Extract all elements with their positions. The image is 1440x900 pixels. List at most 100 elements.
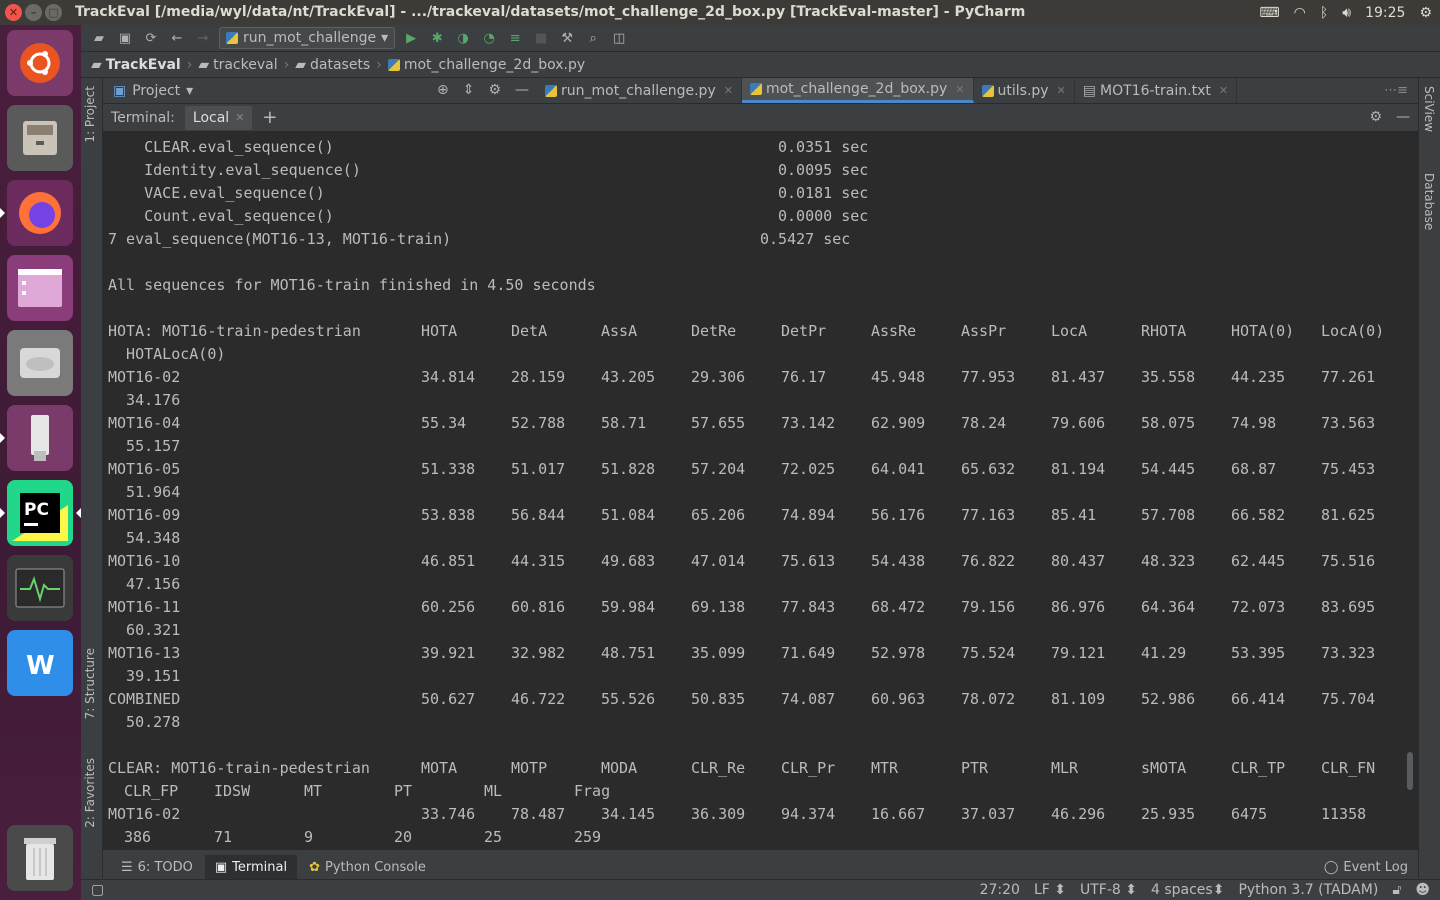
- collapse-icon[interactable]: ⇕: [463, 82, 475, 98]
- breadcrumb-item-datasets[interactable]: ▰ datasets: [295, 57, 370, 73]
- project-panel-label[interactable]: Project: [132, 83, 180, 99]
- tab-structure[interactable]: 7: Structure: [83, 648, 97, 719]
- coverage-icon[interactable]: ◑: [453, 28, 473, 48]
- keyboard-icon[interactable]: ⌨: [1259, 5, 1279, 21]
- caret-position[interactable]: 27:20: [980, 882, 1020, 898]
- lock-icon[interactable]: 🔓︎: [1392, 882, 1401, 898]
- gear-icon[interactable]: ⚙: [1369, 109, 1382, 125]
- python-file-icon: [545, 84, 557, 97]
- system-top-bar: ✕ – □ TrackEval [/media/wyl/data/nt/Trac…: [0, 0, 1440, 25]
- hota-cell: 51.084: [601, 506, 656, 524]
- tab-python-console[interactable]: ✿ Python Console: [299, 855, 436, 879]
- search-icon[interactable]: ⌕: [583, 28, 603, 48]
- wifi-icon[interactable]: ◠: [1294, 5, 1306, 21]
- tab-run-mot-challenge[interactable]: run_mot_challenge.py ✕: [537, 78, 742, 103]
- tab-database[interactable]: Database: [1422, 173, 1436, 230]
- locate-icon[interactable]: ⊕: [437, 82, 449, 98]
- close-tab-icon[interactable]: ✕: [955, 83, 964, 96]
- tab-todo[interactable]: ☰ 6: TODO: [111, 855, 203, 879]
- sdk-icon[interactable]: ◫: [609, 28, 629, 48]
- scrollbar-thumb[interactable]: [1407, 752, 1413, 790]
- disk-drive-icon[interactable]: [7, 330, 73, 396]
- line-separator[interactable]: LF ⬍: [1034, 882, 1066, 898]
- breadcrumb-item-trackeval[interactable]: ▰ trackeval: [198, 57, 277, 73]
- volume-icon[interactable]: 🔊︎: [1342, 5, 1351, 21]
- run-configuration-select[interactable]: run_mot_challenge ▾: [219, 27, 396, 49]
- text-file-icon: ▤: [1082, 82, 1097, 99]
- hide-icon[interactable]: —: [1396, 109, 1410, 125]
- maximize-window-button[interactable]: □: [45, 4, 62, 21]
- hota-cell: 48.323: [1141, 552, 1196, 570]
- open-folder-icon[interactable]: ▰: [89, 28, 109, 48]
- terminal-icon: ▣: [214, 859, 228, 875]
- hota-row-name: MOT16-10: [108, 552, 181, 570]
- close-window-button[interactable]: ✕: [5, 4, 22, 21]
- breadcrumb-item-trackeval-root[interactable]: ▰ TrackEval: [91, 57, 181, 73]
- close-tab-icon[interactable]: ✕: [1219, 84, 1228, 97]
- firefox-icon[interactable]: [0, 180, 73, 246]
- hota-table-title: HOTA: MOT16-train-pedestrian: [108, 322, 361, 340]
- settings-gear-icon[interactable]: ⚙: [1419, 5, 1432, 21]
- hide-icon[interactable]: —: [515, 82, 529, 98]
- wrench-icon[interactable]: ⚒: [557, 28, 577, 48]
- terminal-output[interactable]: CLEAR.eval_sequence() 0.0351 sec Identity…: [103, 132, 1401, 850]
- minimize-window-button[interactable]: –: [25, 4, 42, 21]
- tab-mot16-train-txt[interactable]: ▤ MOT16-train.txt ✕: [1075, 78, 1238, 103]
- tab-mot-challenge-2d-box[interactable]: mot_challenge_2d_box.py ✕: [741, 78, 974, 103]
- ubuntu-logo-icon[interactable]: [7, 30, 73, 96]
- indent-setting[interactable]: 4 spaces⬍: [1151, 882, 1224, 898]
- hota-cell: 56.844: [511, 506, 566, 524]
- debug-icon[interactable]: ✱: [427, 28, 447, 48]
- inspector-icon[interactable]: ☻: [1415, 882, 1430, 898]
- run-icon[interactable]: ▶: [401, 28, 421, 48]
- save-icon[interactable]: ▣: [115, 28, 135, 48]
- toggle-tool-windows-icon[interactable]: ▢: [91, 882, 104, 898]
- tab-utils[interactable]: utils.py ✕: [974, 78, 1075, 103]
- profile-icon[interactable]: ◔: [479, 28, 499, 48]
- hota-cell: 50.278: [108, 713, 181, 731]
- gear-icon[interactable]: ⚙: [488, 82, 501, 98]
- status-bar: ▢ 27:20 LF ⬍ UTF-8 ⬍ 4 spaces⬍ Python 3.…: [81, 879, 1440, 900]
- close-tab-icon[interactable]: ✕: [235, 111, 244, 124]
- chevron-down-icon[interactable]: ▾: [186, 83, 193, 99]
- interpreter-select[interactable]: Python 3.7 (TADAM): [1238, 882, 1378, 898]
- breadcrumb-item-file[interactable]: mot_challenge_2d_box.py: [387, 57, 585, 73]
- system-monitor-icon[interactable]: [7, 555, 73, 621]
- stop-icon[interactable]: ■: [531, 28, 551, 48]
- wps-office-icon[interactable]: W: [7, 630, 73, 696]
- concurrency-icon[interactable]: ≡: [505, 28, 525, 48]
- hota-cell: 81.437: [1051, 368, 1106, 386]
- tab-project[interactable]: 1: Project: [83, 86, 97, 143]
- clear-column-header: Frag: [574, 782, 611, 800]
- close-tab-icon[interactable]: ✕: [724, 84, 733, 97]
- tab-favorites[interactable]: 2: Favorites: [83, 758, 97, 828]
- clear-cell: 16.667: [871, 805, 926, 823]
- breadcrumb-separator: ›: [376, 56, 382, 73]
- close-tab-icon[interactable]: ✕: [1057, 84, 1066, 97]
- forward-arrow-icon[interactable]: →: [193, 28, 213, 48]
- trash-icon[interactable]: [7, 825, 73, 891]
- clear-cell: 11358: [1321, 805, 1367, 823]
- file-encoding[interactable]: UTF-8 ⬍: [1080, 882, 1137, 898]
- back-arrow-icon[interactable]: ←: [167, 28, 187, 48]
- usb-drive-icon[interactable]: [0, 405, 73, 471]
- hota-column-header: DetRe: [691, 322, 737, 340]
- tab-list-menu-icon[interactable]: ⋯≡: [1384, 78, 1418, 103]
- tab-terminal[interactable]: ▣ Terminal: [204, 855, 298, 879]
- files-icon[interactable]: [7, 105, 73, 171]
- new-terminal-button[interactable]: +: [262, 107, 277, 128]
- clear-cell: 37.037: [961, 805, 1016, 823]
- terminal-tab-local[interactable]: Local ✕: [184, 105, 253, 130]
- tab-sciview[interactable]: SciView: [1422, 86, 1436, 132]
- terminal-scrollbar[interactable]: [1401, 132, 1418, 850]
- hota-cell: 52.978: [871, 644, 926, 662]
- hota-cell: 64.041: [871, 460, 926, 478]
- pycharm-icon[interactable]: PC: [0, 480, 81, 546]
- clock[interactable]: 19:25: [1365, 5, 1405, 21]
- bluetooth-icon[interactable]: ᛒ: [1320, 5, 1328, 21]
- event-log-button[interactable]: ◯ Event Log: [1324, 855, 1418, 879]
- hota-cell: 50.627: [421, 690, 476, 708]
- clear-column-header: sMOTA: [1141, 759, 1187, 777]
- sync-icon[interactable]: ⟳: [141, 28, 161, 48]
- app-window-icon[interactable]: [7, 255, 73, 321]
